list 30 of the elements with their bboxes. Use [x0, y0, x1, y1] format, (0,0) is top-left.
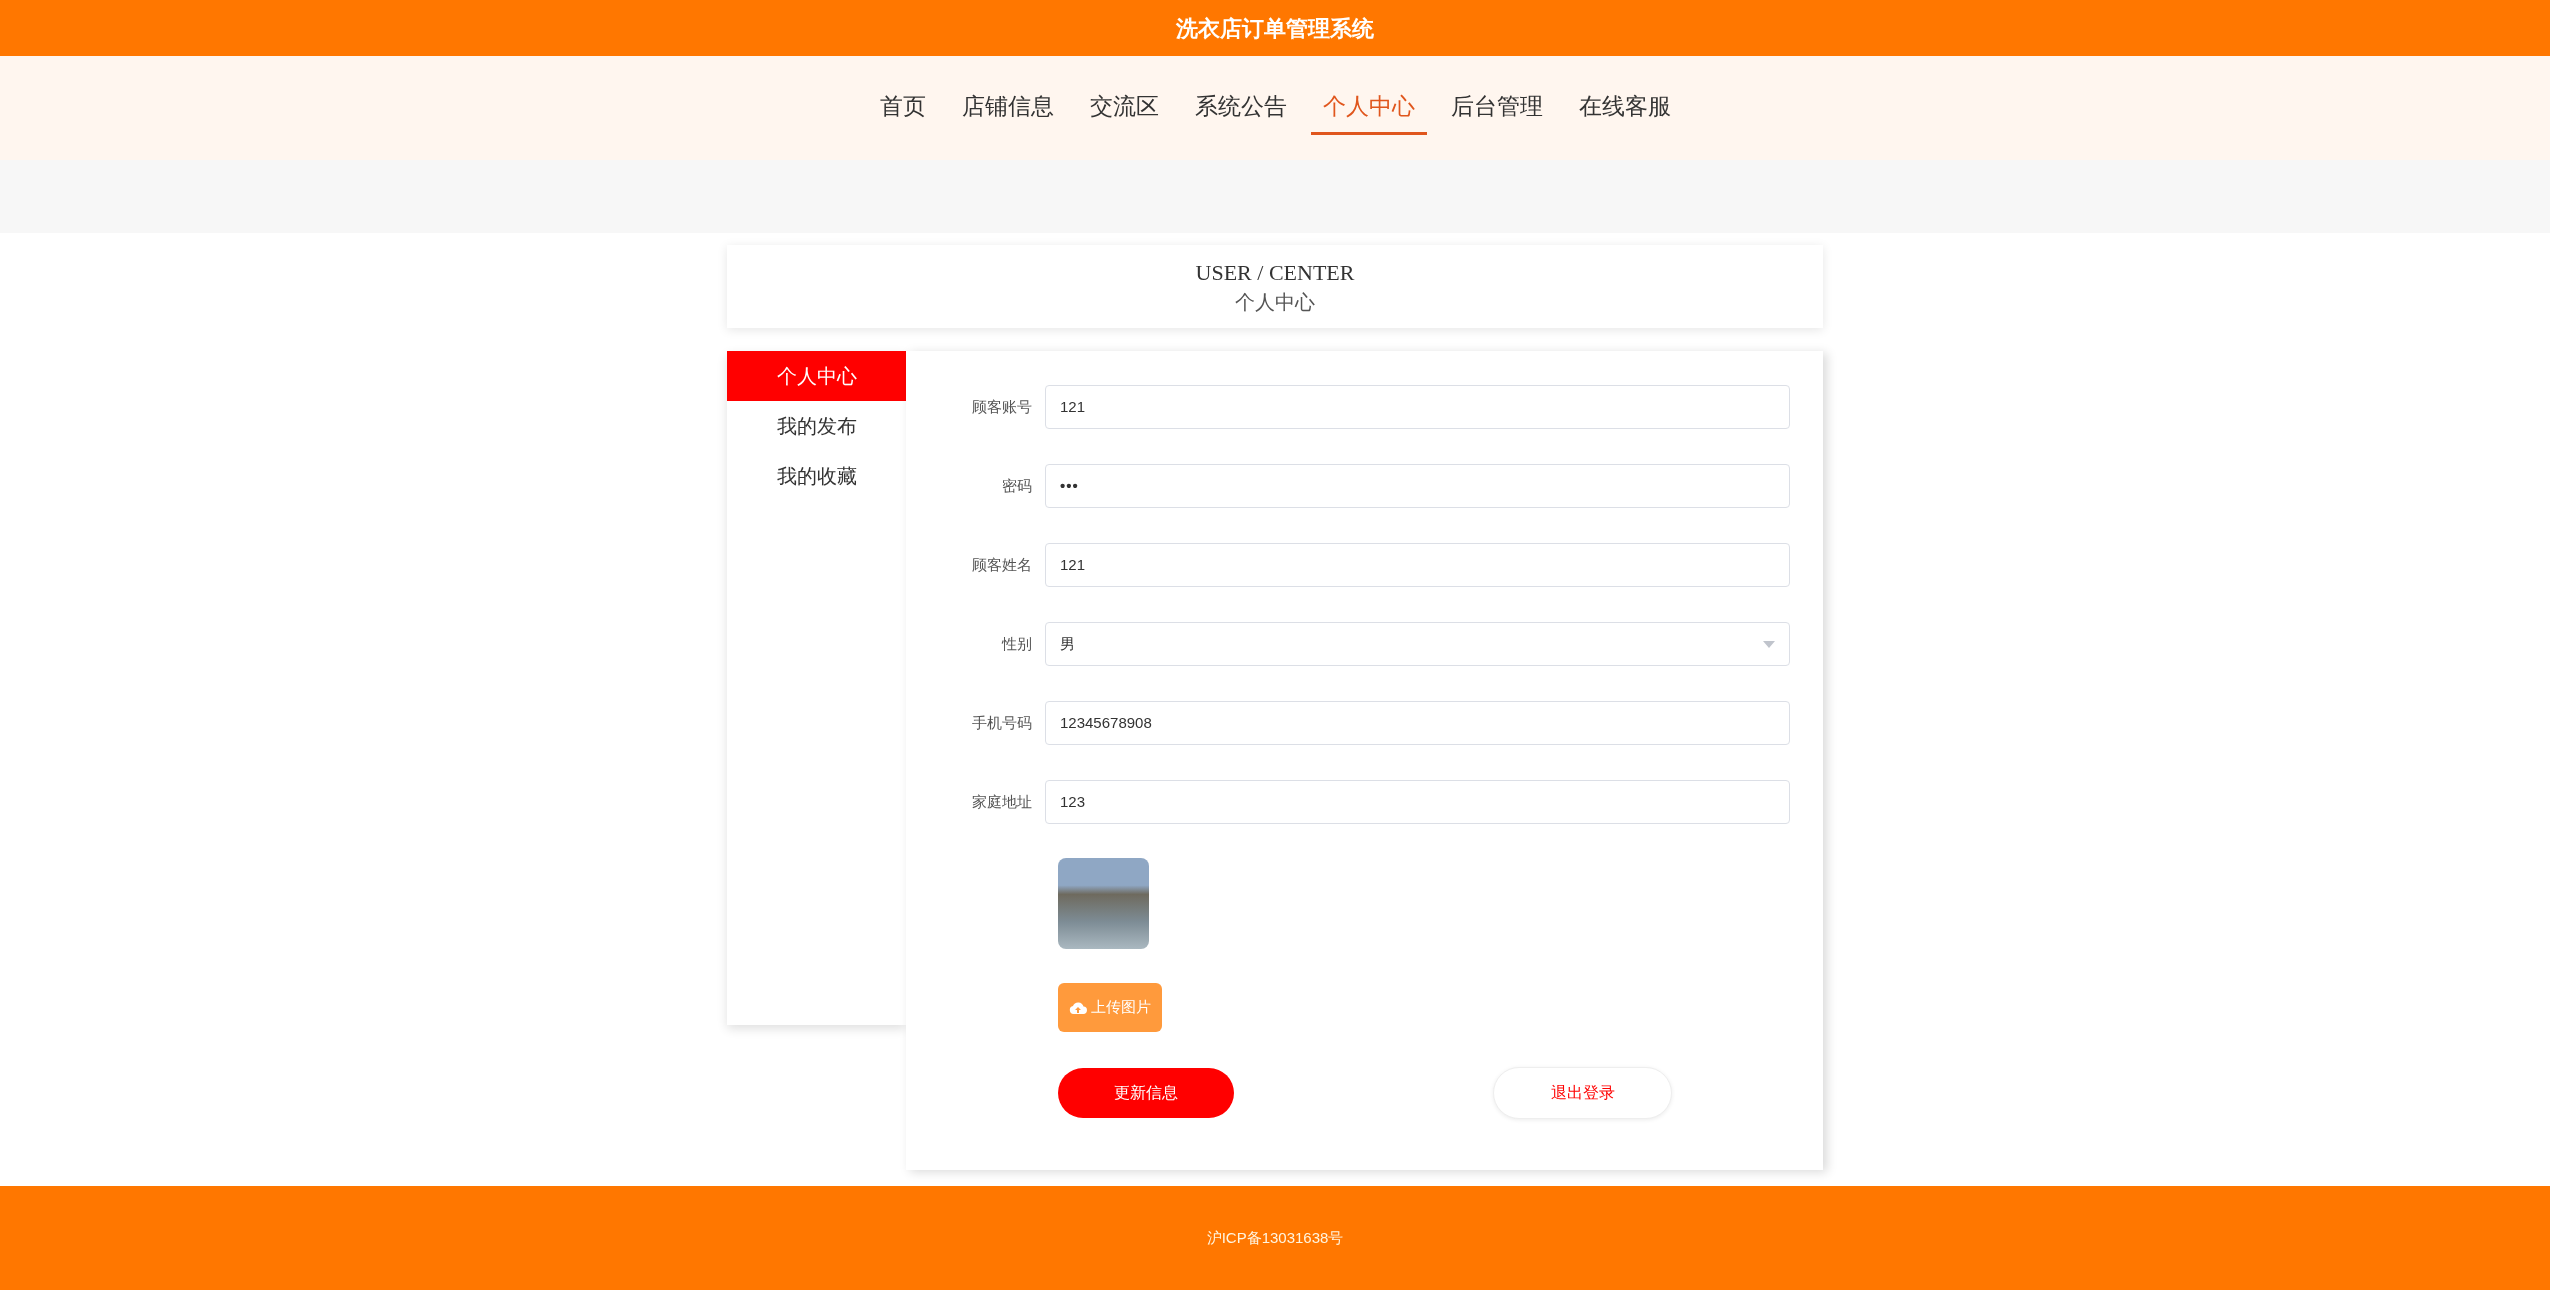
nav-link[interactable]: 交流区	[1077, 81, 1171, 135]
site-title: 洗衣店订单管理系统	[1176, 14, 1374, 43]
nav-link[interactable]: 系统公告	[1182, 81, 1299, 135]
field-label: 顾客姓名	[971, 554, 1033, 575]
select-field[interactable]: 男	[1045, 622, 1790, 666]
section-title-english: USER / CENTER	[1195, 258, 1355, 287]
nav-link[interactable]: 店铺信息	[949, 81, 1066, 135]
field-label: 手机号码	[971, 712, 1033, 733]
update-button[interactable]: 更新信息	[1058, 1068, 1234, 1118]
nav-link[interactable]: 在线客服	[1566, 81, 1683, 135]
input-field[interactable]: 123	[1045, 780, 1790, 824]
input-field[interactable]: 121	[1045, 385, 1790, 429]
input-field[interactable]: 12345678908	[1045, 701, 1790, 745]
sidebar-item[interactable]: 我的收藏	[727, 451, 906, 501]
cloud-upload-icon	[1069, 1000, 1087, 1015]
sidebar-item[interactable]: 我的发布	[727, 401, 906, 451]
field-label: 性别	[1000, 633, 1033, 654]
nav-link[interactable]: 首页	[867, 81, 938, 135]
password-field[interactable]: •••	[1045, 464, 1790, 508]
sidebar-item[interactable]: 个人中心	[727, 351, 906, 401]
section-title-chinese: 个人中心	[1235, 289, 1315, 315]
nav-link[interactable]: 后台管理	[1438, 81, 1555, 135]
footer-text: 沪ICP备13031638号	[1206, 1227, 1344, 1248]
logout-button[interactable]: 退出登录	[1493, 1067, 1672, 1119]
input-field[interactable]: 121	[1045, 543, 1790, 587]
field-label: 家庭地址	[971, 791, 1033, 812]
nav-link[interactable]: 个人中心	[1310, 81, 1427, 135]
field-label: 密码	[1001, 475, 1033, 496]
field-label: 顾客账号	[971, 396, 1033, 417]
caret-icon	[1763, 640, 1775, 648]
